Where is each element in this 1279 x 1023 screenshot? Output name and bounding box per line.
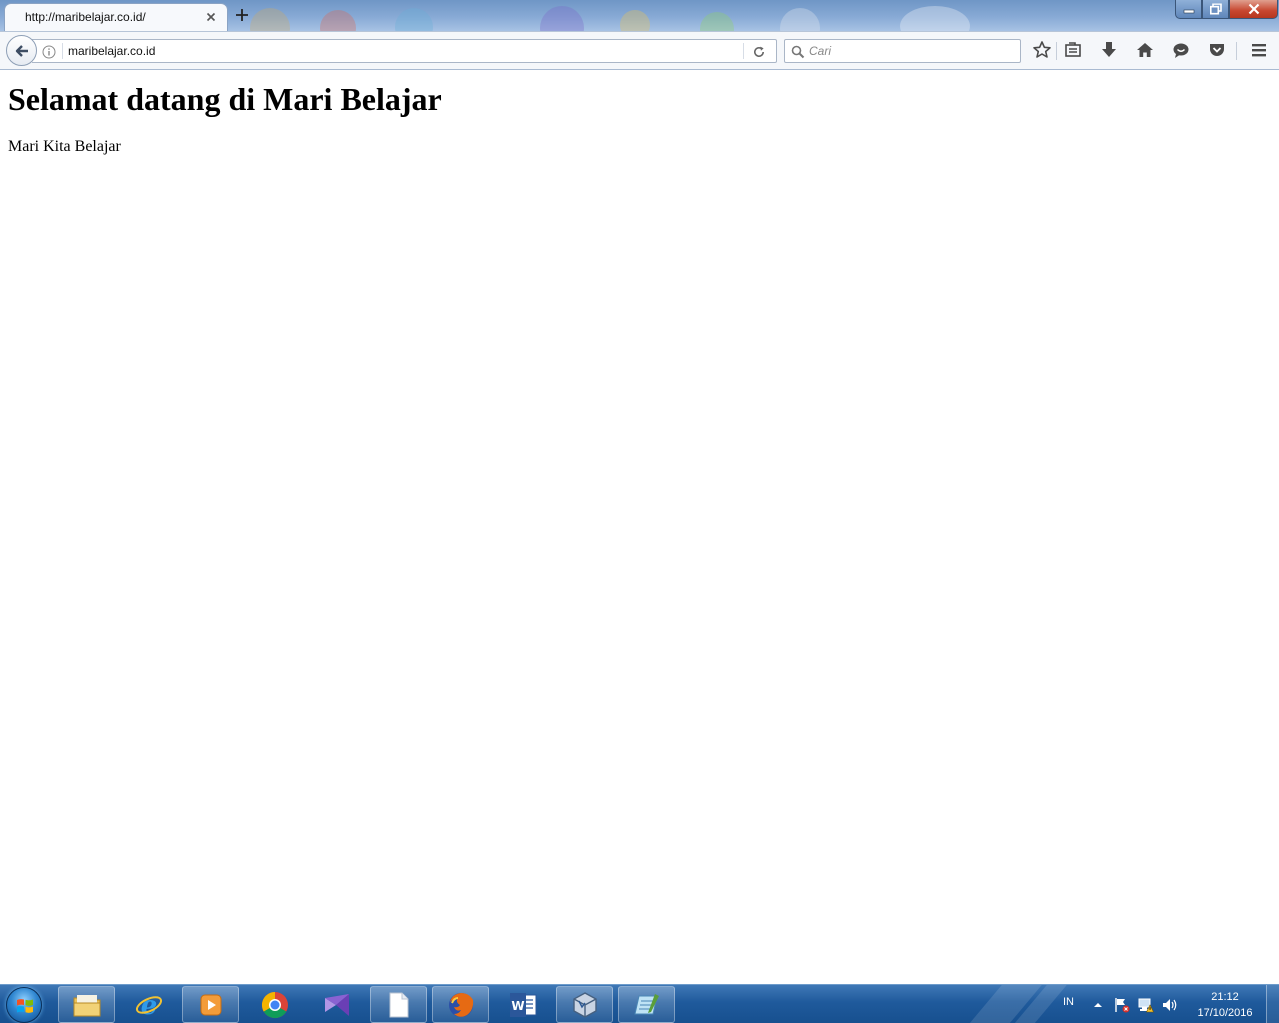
clock-time: 21:12: [1211, 991, 1239, 1003]
taskbar-virtualbox[interactable]: [556, 986, 613, 1023]
search-box[interactable]: [784, 39, 1021, 63]
toolbar-divider: [1056, 42, 1057, 60]
action-center-flag-icon[interactable]: [1114, 997, 1130, 1013]
star-icon[interactable]: [1031, 40, 1053, 62]
chrome-icon: [261, 991, 288, 1018]
taskbar-blank-document[interactable]: [370, 986, 427, 1023]
taskbar-notepad[interactable]: [618, 986, 675, 1023]
svg-text:e: e: [140, 991, 157, 1020]
back-arrow-icon: [15, 45, 28, 57]
address-bar[interactable]: maribelajar.co.id: [32, 39, 777, 63]
taskbar-clock[interactable]: 21:12 17/10/2016: [1188, 989, 1262, 1021]
page-heading: Selamat datang di Mari Belajar: [8, 81, 442, 117]
reload-divider: [743, 43, 744, 59]
firefox-icon: [448, 992, 473, 1017]
reading-list-icon[interactable]: [1062, 40, 1084, 62]
navigation-toolbar: maribelajar.co.id: [0, 31, 1279, 70]
taskbar-firefox[interactable]: [432, 986, 489, 1023]
virtualbox-icon: [572, 991, 597, 1018]
chat-icon[interactable]: [1170, 40, 1192, 62]
folder-icon: [73, 994, 100, 1016]
pocket-icon[interactable]: [1206, 40, 1228, 62]
url-text[interactable]: maribelajar.co.id: [68, 44, 155, 58]
svg-text:W: W: [511, 999, 524, 1013]
media-player-icon: [200, 994, 221, 1015]
close-window-button[interactable]: [1229, 0, 1278, 19]
reload-icon[interactable]: [752, 44, 766, 58]
window-titlebar: http://maribelajar.co.id/: [0, 0, 1279, 31]
search-input[interactable]: [809, 42, 1014, 60]
show-hidden-icons-icon[interactable]: [1090, 997, 1106, 1013]
taskbar-windows-explorer[interactable]: [58, 986, 115, 1023]
home-icon[interactable]: [1134, 40, 1156, 62]
network-icon[interactable]: [1138, 997, 1154, 1013]
tab-title: http://maribelajar.co.id/: [25, 10, 146, 24]
toolbar-divider: [1236, 42, 1237, 60]
tab-close-icon[interactable]: [204, 9, 218, 23]
internet-explorer-icon: e: [135, 991, 162, 1020]
visual-studio-icon: [324, 993, 349, 1016]
download-icon[interactable]: [1098, 40, 1120, 62]
browser-tab[interactable]: http://maribelajar.co.id/: [4, 3, 228, 31]
restore-button[interactable]: [1202, 0, 1229, 19]
windows-logo-icon: [17, 999, 33, 1013]
taskbar-microsoft-word[interactable]: W: [494, 986, 551, 1023]
search-icon: [791, 44, 805, 59]
tray-language[interactable]: IN: [1063, 996, 1074, 1008]
notepad-icon: [633, 993, 659, 1014]
back-button[interactable]: [6, 35, 37, 66]
window-controls: [1175, 0, 1278, 19]
volume-icon[interactable]: [1162, 997, 1178, 1013]
taskbar-google-chrome[interactable]: [246, 986, 303, 1023]
start-button[interactable]: [6, 987, 42, 1023]
page-paragraph: Mari Kita Belajar: [8, 138, 121, 155]
taskbar-media-player[interactable]: [182, 986, 239, 1023]
windows-taskbar: e W IN 21:12 17/10/2016: [0, 984, 1279, 1023]
menu-icon[interactable]: [1248, 40, 1270, 62]
url-divider: [62, 43, 63, 59]
taskbar-visual-studio[interactable]: [308, 986, 365, 1023]
taskbar-internet-explorer[interactable]: e: [120, 986, 177, 1023]
show-desktop-button[interactable]: [1266, 985, 1279, 1023]
minimize-button[interactable]: [1175, 0, 1202, 19]
web-page-content: Selamat datang di Mari Belajar Mari Kita…: [0, 71, 1279, 984]
word-icon: W: [509, 992, 536, 1017]
new-tab-plus-icon[interactable]: [233, 6, 251, 24]
site-info-icon[interactable]: [42, 44, 56, 59]
clock-date: 17/10/2016: [1197, 1007, 1253, 1019]
document-icon: [389, 992, 408, 1017]
